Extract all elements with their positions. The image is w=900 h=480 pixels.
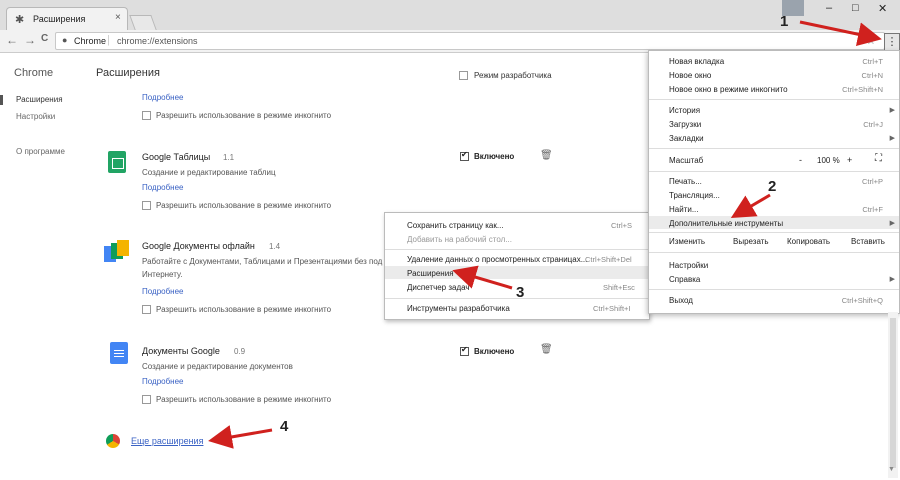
annotation-arrows [208, 20, 882, 449]
arrow-1 [799, 20, 882, 47]
annotation-3: 3 [516, 284, 525, 301]
annotation-1: 1 [780, 13, 789, 30]
arrow-4 [208, 425, 273, 449]
annotation-2: 2 [768, 178, 777, 195]
arrow-2 [730, 193, 771, 219]
annotation-4: 4 [280, 418, 289, 435]
arrow-3 [452, 265, 513, 290]
